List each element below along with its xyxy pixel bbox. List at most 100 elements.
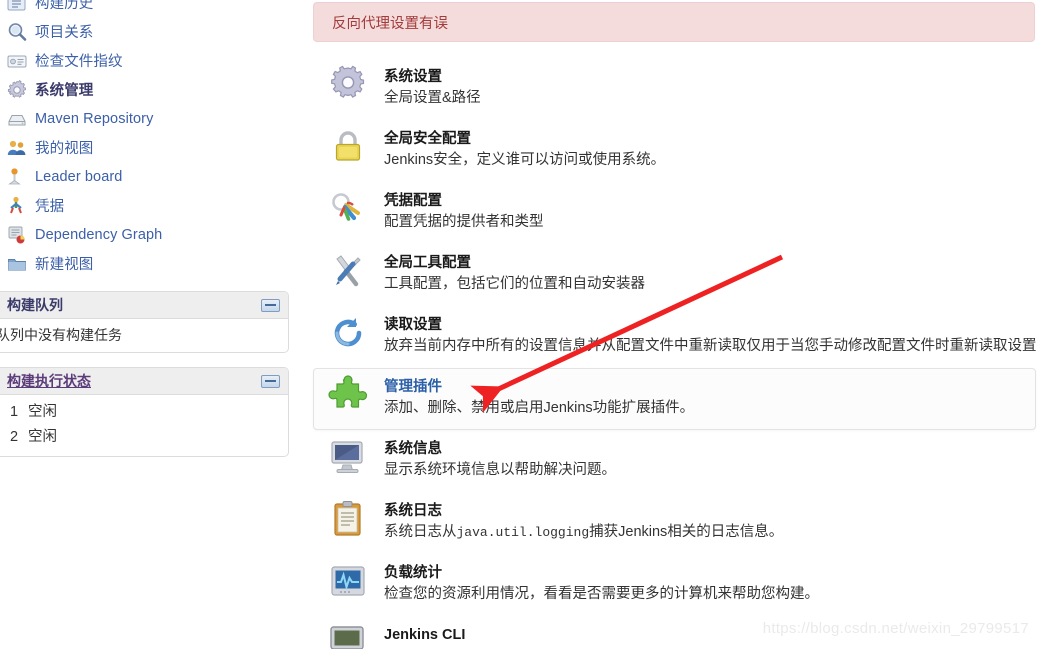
management-item-desc: 全局设置&路径 bbox=[384, 90, 481, 106]
alert-message: 反向代理设置有误 bbox=[332, 15, 448, 32]
management-item-reload-config[interactable]: 读取设置 放弃当前内存中所有的设置信息并从配置文件中重新读取仅用于当您手动修改配… bbox=[313, 306, 1037, 368]
management-item-title[interactable]: 系统日志 bbox=[384, 501, 783, 521]
build-queue-empty-text: 队列中没有构建任务 bbox=[0, 327, 122, 343]
management-item-desc: 配置凭据的提供者和类型 bbox=[384, 214, 544, 230]
build-queue-header: 构建队列 bbox=[0, 292, 288, 319]
management-item-text: 读取设置 放弃当前内存中所有的设置信息并从配置文件中重新读取仅用于当您手动修改配… bbox=[384, 313, 1037, 357]
sidebar-item-system-management[interactable]: 系统管理 bbox=[0, 75, 290, 104]
build-queue-title: 构建队列 bbox=[7, 297, 63, 313]
tools-icon bbox=[328, 251, 368, 291]
executor-status: 空闲 bbox=[28, 404, 58, 420]
padlock-icon bbox=[328, 127, 368, 167]
management-item-desc: 工具配置，包括它们的位置和自动安装器 bbox=[384, 276, 645, 292]
sidebar-item-label: 项目关系 bbox=[35, 25, 94, 41]
sidebar-item-fingerprint-check[interactable]: 检查文件指纹 bbox=[0, 46, 290, 75]
management-item-system-info[interactable]: 系统信息 显示系统环境信息以帮助解决问题。 bbox=[313, 430, 1036, 492]
sidebar-item-label: Leader board bbox=[35, 168, 123, 185]
clipboard-icon bbox=[328, 499, 368, 539]
management-item-title[interactable]: 系统设置 bbox=[384, 67, 481, 87]
management-item-desc: 系统日志从java.util.logging捕获Jenkins相关的日志信息。 bbox=[384, 521, 783, 544]
build-executor-header: 构建执行状态 bbox=[0, 368, 288, 395]
executor-row: 2 空闲 bbox=[2, 425, 288, 450]
people-icon bbox=[6, 137, 28, 159]
management-item-desc: 放弃当前内存中所有的设置信息并从配置文件中重新读取仅用于当您手动修改配置文件时重… bbox=[384, 338, 1037, 354]
management-item-system-config[interactable]: 系统设置 全局设置&路径 bbox=[313, 58, 1036, 120]
management-item-text: 管理插件 添加、删除、禁用或启用Jenkins功能扩展插件。 bbox=[384, 375, 694, 419]
sidebar-item-my-views[interactable]: 我的视图 bbox=[0, 133, 290, 162]
executor-row: 1 空闲 bbox=[2, 400, 288, 425]
build-executor-body: 1 空闲 2 空闲 bbox=[0, 395, 288, 456]
management-item-desc: 添加、删除、禁用或启用Jenkins功能扩展插件。 bbox=[384, 400, 695, 416]
sidebar-item-label: 新建视图 bbox=[35, 257, 94, 273]
folder-icon bbox=[6, 253, 28, 275]
management-item-title[interactable]: 管理插件 bbox=[384, 377, 694, 397]
management-items-list: 系统设置 全局设置&路径 全局安全配置 Jenkins安全，定义谁可以访问或使用… bbox=[313, 58, 1037, 649]
trophy-icon bbox=[6, 166, 28, 188]
management-item-text: 全局安全配置 Jenkins安全，定义谁可以访问或使用系统。 bbox=[384, 127, 665, 171]
management-item-text: 全局工具配置 工具配置，包括它们的位置和自动安装器 bbox=[384, 251, 645, 295]
build-queue-body: 队列中没有构建任务 bbox=[0, 319, 288, 352]
sidebar-item-project-relationship[interactable]: 项目关系 bbox=[0, 17, 290, 46]
management-item-text: 系统信息 显示系统环境信息以帮助解决问题。 bbox=[384, 437, 616, 481]
fingerprint-icon bbox=[6, 50, 28, 72]
management-item-credentials-config[interactable]: 凭据配置 配置凭据的提供者和类型 bbox=[313, 182, 1036, 244]
graph-icon bbox=[6, 224, 28, 246]
sidebar-item-build-history[interactable]: 构建历史 bbox=[0, 0, 290, 17]
reload-icon bbox=[328, 313, 368, 353]
sidebar-item-credentials[interactable]: 凭据 bbox=[0, 191, 290, 220]
sidebar-item-maven-repository[interactable]: Maven Repository bbox=[0, 104, 290, 133]
csdn-watermark: https://blog.csdn.net/weixin_29799517 bbox=[762, 620, 1029, 637]
management-item-title[interactable]: Jenkins CLI bbox=[384, 625, 465, 645]
monitor-icon bbox=[328, 437, 368, 477]
management-item-text: 系统设置 全局设置&路径 bbox=[384, 65, 481, 109]
credentials-icon bbox=[6, 195, 28, 217]
sidebar-item-label: 系统管理 bbox=[35, 83, 94, 99]
management-item-desc: 检查您的资源利用情况，看看是否需要更多的计算机来帮助您构建。 bbox=[384, 586, 819, 602]
management-item-load-statistics[interactable]: 负载统计 检查您的资源利用情况，看看是否需要更多的计算机来帮助您构建。 bbox=[313, 554, 1036, 616]
loadstats-icon bbox=[328, 561, 368, 601]
build-executor-panel: 构建执行状态 1 空闲 2 空闲 bbox=[0, 367, 289, 457]
sidebar-item-new-view[interactable]: 新建视图 bbox=[0, 249, 290, 278]
sidebar-item-dependency-graph[interactable]: Dependency Graph bbox=[0, 220, 290, 249]
collapse-icon[interactable] bbox=[261, 374, 280, 388]
sidebar: 构建历史 项目关系 检查文件指纹 系统管理 Maven Repository 我… bbox=[0, 0, 290, 649]
management-item-title[interactable]: 读取设置 bbox=[384, 315, 1037, 335]
sidebar-item-label: 我的视图 bbox=[35, 141, 94, 157]
sidebar-item-label: Maven Repository bbox=[35, 110, 154, 127]
sidebar-nav-list: 构建历史 项目关系 检查文件指纹 系统管理 Maven Repository 我… bbox=[0, 0, 290, 278]
puzzle-icon bbox=[328, 375, 368, 415]
management-item-global-tools[interactable]: 全局工具配置 工具配置，包括它们的位置和自动安装器 bbox=[313, 244, 1036, 306]
management-item-title[interactable]: 系统信息 bbox=[384, 439, 616, 459]
management-item-text: Jenkins CLI bbox=[384, 623, 465, 645]
sidebar-item-leader-board[interactable]: Leader board bbox=[0, 162, 290, 191]
main-content: 反向代理设置有误 系统设置 全局设置&路径 全局安全配置 Jenkins安全，定… bbox=[313, 0, 1037, 649]
management-item-system-log[interactable]: 系统日志 系统日志从java.util.logging捕获Jenkins相关的日… bbox=[313, 492, 1036, 554]
executor-number: 1 bbox=[10, 404, 19, 420]
management-item-global-security[interactable]: 全局安全配置 Jenkins安全，定义谁可以访问或使用系统。 bbox=[313, 120, 1036, 182]
sidebar-item-label: 构建历史 bbox=[35, 0, 94, 12]
management-item-desc: Jenkins安全，定义谁可以访问或使用系统。 bbox=[384, 152, 666, 168]
gear-icon bbox=[328, 65, 368, 105]
management-item-title[interactable]: 负载统计 bbox=[384, 563, 819, 583]
magnifier-icon bbox=[6, 21, 28, 43]
history-icon bbox=[6, 0, 28, 14]
build-executor-title[interactable]: 构建执行状态 bbox=[7, 371, 261, 391]
collapse-icon[interactable] bbox=[261, 298, 280, 312]
management-item-title[interactable]: 全局安全配置 bbox=[384, 129, 665, 149]
build-queue-panel: 构建队列 队列中没有构建任务 bbox=[0, 291, 289, 353]
sidebar-item-label: 检查文件指纹 bbox=[35, 54, 123, 70]
management-item-title[interactable]: 凭据配置 bbox=[384, 191, 544, 211]
log-desc-prefix: 系统日志从 bbox=[384, 524, 457, 540]
sidebar-item-label: 凭据 bbox=[35, 199, 65, 215]
jenkins-manage-page: 构建历史 项目关系 检查文件指纹 系统管理 Maven Repository 我… bbox=[0, 0, 1037, 649]
management-item-text: 凭据配置 配置凭据的提供者和类型 bbox=[384, 189, 544, 233]
cli-icon bbox=[328, 623, 368, 649]
gear-icon bbox=[6, 79, 28, 101]
management-item-text: 负载统计 检查您的资源利用情况，看看是否需要更多的计算机来帮助您构建。 bbox=[384, 561, 819, 605]
reverse-proxy-alert: 反向代理设置有误 bbox=[313, 2, 1035, 42]
management-item-title[interactable]: 全局工具配置 bbox=[384, 253, 645, 273]
drive-icon bbox=[6, 108, 28, 130]
executor-status: 空闲 bbox=[28, 429, 58, 445]
log-desc-mono: java.util.logging bbox=[456, 525, 590, 540]
management-item-manage-plugins[interactable]: 管理插件 添加、删除、禁用或启用Jenkins功能扩展插件。 bbox=[313, 368, 1036, 430]
